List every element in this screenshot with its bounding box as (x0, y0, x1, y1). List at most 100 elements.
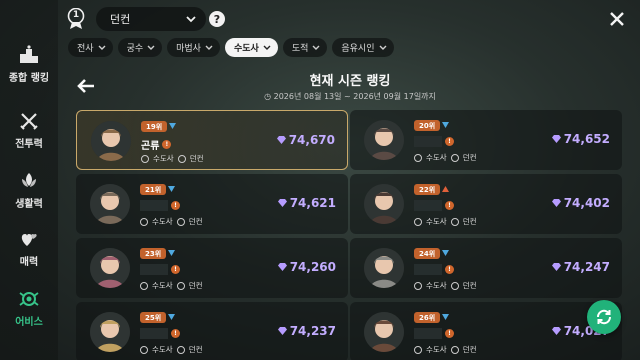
player-meta: 수도사 던컨 (140, 280, 203, 291)
ranking-card[interactable]: 20위! 수도사 던컨 74,652 (350, 110, 622, 170)
chip-label: 궁수 (126, 44, 144, 54)
chevron-down-icon (205, 45, 213, 50)
player-class: 수도사 (426, 281, 447, 290)
score-value: 74,260 (289, 260, 336, 274)
filter-chip-bard[interactable]: 음유시인 (332, 38, 394, 57)
player-server: 던컨 (189, 154, 204, 163)
rank-badge: 23위 (140, 248, 167, 259)
ranking-card[interactable]: 22위! 수도사 던컨 74,402 (350, 174, 622, 234)
player-name-row: ! (414, 200, 454, 211)
chevron-down-icon (379, 45, 386, 50)
score: 74,652 (551, 132, 610, 146)
class-icon (414, 345, 422, 354)
class-icon (141, 154, 149, 163)
trend-down-icon (169, 123, 176, 129)
server-globe-icon (450, 153, 459, 162)
player-meta: 수도사 던컨 (414, 152, 477, 163)
rank-badge: 25위 (140, 312, 167, 323)
score: 74,247 (551, 260, 610, 274)
class-icon (414, 217, 422, 226)
filter-chip-rogue[interactable]: 도적 (282, 38, 328, 57)
podium-icon (18, 44, 40, 66)
player-meta: 수도사 던컨 (414, 344, 477, 355)
ranking-card[interactable]: 26위! 수도사 던컨 74,027 (350, 302, 622, 360)
score-value: 74,247 (563, 260, 610, 274)
sidebar-item-charm[interactable]: 매력 (0, 228, 58, 278)
player-name-row: ! (414, 328, 454, 339)
sidebar-item-label: 생활력 (15, 199, 43, 210)
ranking-card[interactable]: 23위! 수도사 던컨 74,260 (76, 238, 348, 298)
sidebar-item-label: 어비스 (15, 317, 43, 328)
avatar[interactable] (90, 312, 130, 352)
trend-down-icon (442, 122, 449, 128)
hearts-icon (18, 228, 40, 250)
avatar[interactable] (364, 312, 404, 352)
filter-chip-archer[interactable]: 궁수 (117, 38, 163, 57)
player-server: 던컨 (188, 345, 203, 354)
refresh-button[interactable] (587, 300, 621, 334)
tier-emblem-icon: ! (445, 329, 454, 338)
sidebar-item-combat[interactable]: 전투력 (0, 110, 58, 160)
server-globe-icon (450, 345, 459, 354)
player-class: 수도사 (152, 281, 173, 290)
sidebar-item-life[interactable]: 생활력 (0, 170, 58, 220)
trend-down-icon (442, 314, 449, 320)
sidebar-item-abyss[interactable]: 어비스 (0, 288, 58, 338)
player-meta: 수도사 던컨 (140, 344, 203, 355)
chip-label: 전사 (77, 44, 94, 54)
rank-badge: 22위 (414, 184, 441, 195)
back-arrow-icon[interactable] (76, 78, 96, 94)
score-value: 74,237 (289, 324, 336, 338)
close-icon[interactable] (608, 10, 626, 28)
player-server: 던컨 (462, 153, 477, 162)
player-meta: 수도사 던컨 (141, 153, 204, 164)
rank-badge: 20위 (414, 120, 441, 131)
ranking-card[interactable]: 25위! 수도사 던컨 74,237 (76, 302, 348, 360)
server-select[interactable]: 던컨 (96, 7, 206, 31)
filter-chip-warrior[interactable]: 전사 (68, 38, 113, 57)
server-globe-icon (176, 281, 185, 290)
rank-badge: 26위 (414, 312, 441, 323)
player-name-row: ! (414, 136, 454, 147)
server-globe-icon (176, 217, 185, 226)
gem-icon (551, 263, 561, 271)
chip-label: 도적 (291, 44, 309, 54)
player-name-hidden (140, 328, 168, 339)
class-icon (140, 345, 148, 354)
tier-emblem-icon: ! (171, 329, 180, 338)
rank-badge: 24위 (414, 248, 441, 259)
avatar[interactable] (364, 184, 404, 224)
ranking-card[interactable]: 19위 곤류! 수도사 던컨 74,670 (76, 110, 348, 170)
gem-icon (277, 327, 287, 335)
filter-chip-mage[interactable]: 마법사 (167, 38, 220, 57)
sidebar-item-overall[interactable]: 종합 랭킹 (0, 44, 58, 94)
server-globe-icon (450, 281, 459, 290)
chip-label: 음유시인 (341, 44, 375, 54)
trend-up-icon (442, 186, 449, 192)
avatar[interactable] (90, 248, 130, 288)
player-server: 던컨 (188, 217, 203, 226)
ranking-card[interactable]: 21위! 수도사 던컨 74,621 (76, 174, 348, 234)
player-class: 수도사 (152, 345, 173, 354)
player-server: 던컨 (462, 281, 477, 290)
avatar[interactable] (364, 120, 404, 160)
avatar[interactable] (90, 184, 130, 224)
player-name-hidden (140, 264, 168, 275)
chevron-down-icon (263, 45, 271, 50)
server-globe-icon (176, 345, 185, 354)
score-value: 74,402 (563, 196, 610, 210)
score: 74,670 (276, 133, 335, 147)
filter-chip-monk[interactable]: 수도사 (224, 38, 278, 57)
gem-icon (551, 327, 561, 335)
ranking-card[interactable]: 24위! 수도사 던컨 74,247 (350, 238, 622, 298)
player-name-row: ! (414, 264, 454, 275)
help-icon[interactable]: ? (209, 11, 225, 27)
avatar[interactable] (91, 121, 131, 161)
trend-down-icon (168, 186, 175, 192)
season-period-text: 2026년 08월 13일 ~ 2026년 09월 17일까지 (273, 92, 436, 101)
gem-icon (277, 199, 287, 207)
avatar[interactable] (364, 248, 404, 288)
player-name-row: 곤류! (141, 137, 172, 152)
category-sidebar: 종합 랭킹 전투력 생활력 매력 어비스 (0, 0, 58, 360)
score-value: 74,670 (288, 133, 335, 147)
